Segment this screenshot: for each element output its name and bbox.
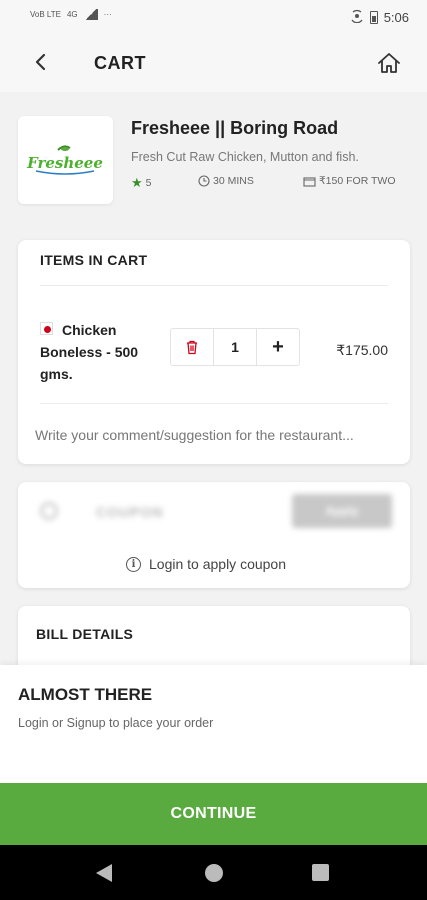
nav-recents-icon[interactable] (312, 864, 329, 881)
wallet-icon (303, 176, 316, 187)
rating: ★ 5 (131, 175, 152, 191)
network-4g-label: 4G (66, 10, 78, 19)
battery-icon (369, 11, 378, 24)
hotspot-icon (350, 9, 364, 26)
login-bottom-sheet: ALMOST THERE Login or Signup to place yo… (0, 665, 427, 783)
comment-input[interactable]: Write your comment/suggestion for the re… (35, 427, 395, 443)
clock: 5:06 (383, 10, 409, 25)
restaurant-name: Fresheee || Boring Road (131, 118, 339, 138)
cart-section-title: ITEMS IN CART (40, 252, 148, 268)
restaurant-info: Fresheee Fresheee || Boring Road Fresh C… (0, 100, 427, 218)
more-dots: ··· (103, 10, 112, 19)
home-button[interactable] (375, 49, 403, 77)
quantity-stepper: 1 + (170, 328, 300, 366)
cart-items-card: ITEMS IN CART Chicken Boneless - 500 gms… (18, 240, 410, 464)
cart-item-price: ₹175.00 (336, 342, 388, 358)
star-icon: ★ (131, 175, 143, 190)
login-coupon-note[interactable]: i Login to apply coupon (126, 556, 286, 572)
back-arrow-icon (35, 53, 46, 71)
status-right: 5:06 (350, 9, 409, 26)
quantity-value: 1 (213, 329, 257, 365)
trash-icon (187, 340, 197, 354)
delete-button[interactable] (171, 329, 213, 365)
status-bar: VoB LTE 4G ··· 5:06 (0, 0, 427, 34)
sheet-subtitle: Login or Signup to place your order (18, 716, 214, 730)
cost-for-two: ₹150 FOR TWO (303, 175, 396, 187)
svg-text:Fresheee: Fresheee (26, 154, 103, 172)
coupon-label: COUPON (96, 504, 164, 520)
nav-back-icon[interactable] (96, 864, 112, 882)
divider (40, 285, 388, 286)
continue-button[interactable]: CONTINUE (0, 783, 427, 845)
apply-coupon-button[interactable]: Apply (292, 494, 392, 528)
clock-icon (198, 175, 210, 187)
coupon-icon (40, 502, 58, 520)
restaurant-description: Fresh Cut Raw Chicken, Mutton and fish. (131, 150, 359, 164)
nav-home-icon[interactable] (205, 864, 223, 882)
back-button[interactable] (28, 48, 56, 76)
signal-icon (83, 9, 98, 20)
status-left: VoB LTE 4G ··· (30, 9, 112, 20)
plus-icon: + (272, 335, 284, 358)
coupon-card: COUPON Apply i Login to apply coupon (18, 482, 410, 588)
delivery-time-value: 30 MINS (213, 175, 254, 187)
system-nav-bar (0, 845, 427, 900)
bill-details-title: BILL DETAILS (36, 626, 134, 642)
info-icon: i (126, 556, 141, 572)
rating-value: 5 (145, 177, 152, 189)
cart-item-name: Chicken Boneless - 500 gms. (40, 322, 139, 382)
page-title: CART (94, 53, 146, 73)
increase-quantity-button[interactable]: + (257, 329, 299, 365)
login-coupon-text: Login to apply coupon (149, 556, 286, 572)
home-icon (378, 53, 400, 73)
divider (40, 403, 388, 404)
cost-for-two-value: ₹150 FOR TWO (319, 175, 396, 187)
network-label: VoB LTE (30, 10, 61, 19)
fresheee-logo-icon: Fresheee (26, 145, 103, 175)
delivery-time: 30 MINS (198, 175, 254, 187)
app-bar: CART (0, 34, 427, 92)
sheet-title: ALMOST THERE (18, 685, 153, 704)
restaurant-logo: Fresheee (18, 116, 113, 204)
